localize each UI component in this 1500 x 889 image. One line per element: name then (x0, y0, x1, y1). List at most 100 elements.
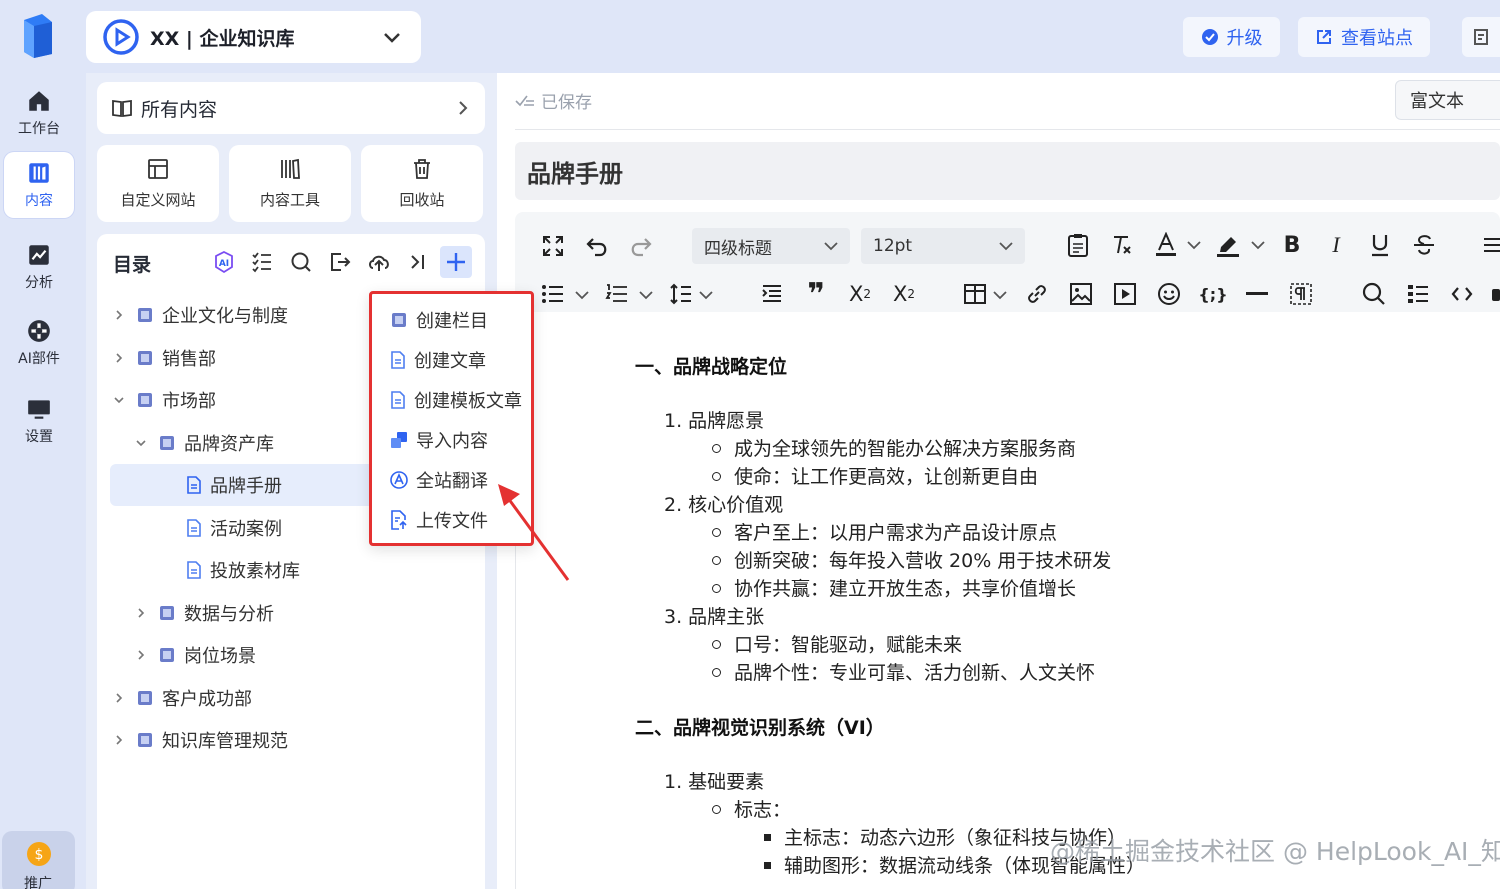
all-content-button[interactable]: 所有内容 (97, 82, 485, 134)
emoji-icon[interactable] (1155, 280, 1183, 308)
tree-item[interactable]: 知识库管理规范 (110, 719, 375, 761)
fullscreen-icon[interactable] (539, 232, 567, 260)
content-tools-button[interactable]: 内容工具 (229, 145, 351, 222)
bold-icon[interactable]: B (1277, 230, 1307, 260)
space-selector[interactable]: XX | 企业知识库 (86, 11, 421, 63)
doc-title-input[interactable]: 品牌手册 (515, 142, 1500, 200)
chevron-down-icon[interactable] (573, 284, 591, 306)
font-size-select[interactable]: 12pt (861, 228, 1025, 264)
search-icon[interactable] (287, 248, 315, 276)
menu-item-upload[interactable]: 上传文件 (390, 502, 488, 538)
checklist-icon[interactable] (248, 248, 276, 276)
chevron-right-icon[interactable] (110, 309, 128, 321)
add-button[interactable] (440, 246, 472, 278)
chevron-right-icon[interactable] (110, 734, 128, 746)
tree-item[interactable]: 数据与分析 (132, 592, 375, 634)
tree-item[interactable]: 客户成功部 (110, 677, 375, 719)
chevron-right-icon[interactable] (132, 607, 150, 619)
bullet-list-icon[interactable] (539, 280, 567, 308)
rail-item-content[interactable]: 内容 (4, 152, 74, 218)
tree-item-label: 品牌手册 (210, 476, 282, 497)
tool-label: 内容工具 (259, 191, 320, 209)
menu-item-import[interactable]: 导入内容 (390, 422, 488, 458)
toc-icon[interactable] (1404, 280, 1432, 308)
format-select[interactable]: 富文本 (1395, 80, 1500, 120)
highlight-icon[interactable] (1213, 230, 1243, 260)
horizontal-rule-icon[interactable] (1243, 280, 1271, 308)
rail-item-workbench[interactable]: 工作台 (4, 80, 74, 146)
heading-select[interactable]: 四级标题 (692, 228, 850, 264)
custom-site-button[interactable]: 自定义网站 (97, 145, 219, 222)
menu-item-create-column[interactable]: 创建栏目 (390, 302, 488, 338)
superscript-icon[interactable]: X2 (890, 280, 918, 308)
align-icon[interactable] (1480, 230, 1500, 260)
chevron-down-icon[interactable] (637, 284, 655, 306)
strikethrough-icon[interactable] (1409, 230, 1439, 260)
ordered-list-icon[interactable] (603, 280, 631, 308)
quote-icon[interactable]: ❞ (802, 277, 830, 312)
tree-item[interactable]: 市场部 (110, 379, 375, 421)
subscript-icon[interactable]: X2 (846, 280, 874, 308)
app-logo-icon[interactable] (20, 12, 56, 58)
chevron-down-icon[interactable] (991, 284, 1009, 306)
translate-icon (390, 471, 408, 489)
font-color-icon[interactable] (1151, 230, 1181, 260)
more-top-button[interactable] (1462, 17, 1500, 57)
italic-icon[interactable]: I (1321, 230, 1351, 260)
paste-icon[interactable] (1063, 230, 1093, 260)
line-height-icon[interactable] (667, 280, 695, 308)
image-icon[interactable] (1067, 280, 1095, 308)
chevron-right-icon[interactable] (110, 692, 128, 704)
doc-list-item: 创新突破：每年投入营收 20% 用于技术研发 (734, 550, 1112, 572)
home-icon (29, 91, 49, 111)
folder-book-icon (392, 313, 406, 327)
doc-list-item: 口号：智能驱动，赋能未来 (734, 634, 963, 656)
more-tools-icon[interactable] (1490, 284, 1500, 306)
chevron-down-icon[interactable] (1249, 234, 1267, 256)
redo-icon[interactable] (627, 232, 655, 260)
chevron-right-icon[interactable] (132, 649, 150, 661)
collapse-icon[interactable] (404, 248, 432, 276)
tool-label: 自定义网站 (120, 191, 196, 209)
menu-item-create-template[interactable]: 创建模板文章 (390, 382, 522, 418)
source-code-icon[interactable] (1448, 280, 1476, 308)
link-icon[interactable] (1023, 280, 1051, 308)
search-icon[interactable] (1360, 280, 1388, 308)
tree-item-selected[interactable]: 品牌手册 (110, 464, 375, 506)
rail-item-settings[interactable]: 设置 (4, 388, 74, 454)
rail-item-ai-parts[interactable]: AI部件 (4, 310, 74, 376)
chevron-down-icon[interactable] (1185, 234, 1203, 256)
chevron-down-icon[interactable] (110, 394, 128, 406)
tree-item[interactable]: 企业文化与制度 (110, 294, 375, 336)
video-icon[interactable] (1111, 280, 1139, 308)
recycle-bin-button[interactable]: 回收站 (361, 145, 483, 222)
book-icon (138, 691, 152, 705)
tree-item[interactable]: 品牌资产库 (132, 422, 375, 464)
upload-cloud-icon[interactable] (365, 248, 393, 276)
chevron-right-icon[interactable] (110, 352, 128, 364)
upgrade-button[interactable]: 升级 (1183, 17, 1280, 57)
underline-icon[interactable] (1365, 230, 1395, 260)
doc-list-item: 标志： (734, 799, 792, 821)
clear-format-icon[interactable] (1107, 230, 1137, 260)
ai-assistant-icon[interactable]: AI (210, 248, 238, 276)
tree-item[interactable]: 活动案例 (110, 507, 375, 549)
indent-icon[interactable] (758, 280, 786, 308)
page-break-icon[interactable] (1287, 280, 1315, 308)
ai-part-icon (28, 320, 50, 342)
tree-item[interactable]: 岗位场景 (132, 634, 375, 676)
menu-item-label: 创建栏目 (416, 311, 488, 332)
menu-item-create-article[interactable]: 创建文章 (390, 342, 486, 378)
undo-icon[interactable] (583, 232, 611, 260)
view-site-button[interactable]: 查看站点 (1298, 17, 1430, 57)
chevron-down-icon[interactable] (132, 437, 150, 449)
table-icon[interactable] (961, 280, 989, 308)
code-block-icon[interactable]: {;} (1198, 280, 1227, 308)
tree-item[interactable]: 销售部 (110, 337, 375, 379)
tree-item[interactable]: 投放素材库 (110, 549, 375, 591)
rail-item-promo[interactable]: $ 推广 (2, 831, 75, 889)
chevron-down-icon[interactable] (697, 284, 715, 306)
rail-item-analytics[interactable]: 分析 (4, 234, 74, 300)
export-icon[interactable] (326, 248, 354, 276)
menu-item-translate[interactable]: 全站翻译 (390, 462, 488, 498)
